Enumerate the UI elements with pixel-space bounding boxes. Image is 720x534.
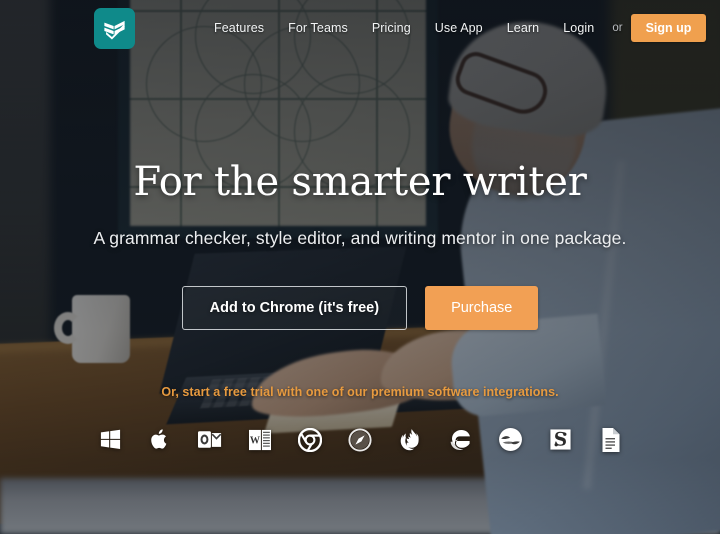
signup-button[interactable]: Sign up bbox=[630, 14, 707, 42]
googledocs-icon[interactable] bbox=[598, 427, 623, 452]
firefox-icon[interactable] bbox=[398, 427, 423, 452]
nav-features[interactable]: Features bbox=[202, 15, 276, 41]
integrations-row: W S bbox=[0, 427, 720, 452]
site-header: Features For Teams Pricing Use App Learn… bbox=[0, 0, 720, 56]
nav-use-app[interactable]: Use App bbox=[423, 15, 495, 41]
purchase-button[interactable]: Purchase bbox=[425, 286, 539, 330]
add-to-chrome-button[interactable]: Add to Chrome (it's free) bbox=[181, 286, 408, 330]
nav-for-teams[interactable]: For Teams bbox=[276, 15, 360, 41]
landing-page: Features For Teams Pricing Use App Learn… bbox=[0, 0, 720, 534]
cta-button-row: Add to Chrome (it's free) Purchase bbox=[0, 286, 720, 330]
windows-icon[interactable] bbox=[98, 427, 123, 452]
nav-learn[interactable]: Learn bbox=[495, 15, 551, 41]
apple-icon[interactable] bbox=[148, 427, 173, 452]
safari-icon[interactable] bbox=[348, 427, 373, 452]
edge-icon[interactable] bbox=[448, 427, 473, 452]
nav-or-separator: or bbox=[612, 22, 623, 34]
word-icon[interactable]: W bbox=[248, 427, 273, 452]
free-trial-link[interactable]: Or, start a free trial with one of our p… bbox=[0, 385, 720, 399]
nav-pricing[interactable]: Pricing bbox=[360, 15, 423, 41]
prowritingaid-logo[interactable] bbox=[94, 7, 135, 49]
main-navigation: Features For Teams Pricing Use App Learn… bbox=[202, 14, 707, 42]
chrome-icon[interactable] bbox=[298, 427, 323, 452]
hero-subheadline: A grammar checker, style editor, and wri… bbox=[93, 228, 627, 248]
page-title: For the smarter writer bbox=[133, 159, 587, 205]
openoffice-icon[interactable] bbox=[498, 427, 523, 452]
nav-login[interactable]: Login bbox=[551, 15, 606, 41]
svg-text:W: W bbox=[250, 435, 260, 446]
hero-section: For the smarter writer A grammar checker… bbox=[0, 0, 720, 452]
scrivener-icon[interactable]: S bbox=[548, 427, 573, 452]
outlook-icon[interactable] bbox=[198, 427, 223, 452]
